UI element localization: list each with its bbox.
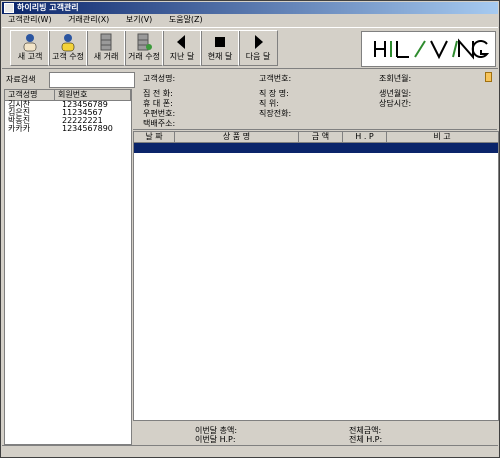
customer-id-label: 고객번호: xyxy=(259,74,292,83)
customer-list[interactable]: 고객성명 회원번호 김시찬 123456789 김은진 11234567 박동진 22… xyxy=(4,89,132,445)
new-customer-label: 새 고객 xyxy=(17,52,43,61)
new-transaction-label: 새 거래 xyxy=(93,52,119,61)
query-month-label: 조회년월: xyxy=(379,74,412,83)
list-item[interactable]: 카카카 1234567890 xyxy=(5,125,131,133)
toolbar: 새 고객 고객 수정 새 거래 거래 수정 지난 달 현재 달 다음 달 xyxy=(2,27,498,69)
next-month-button[interactable]: 다음 달 xyxy=(238,30,278,66)
col-hp[interactable]: H . P xyxy=(343,132,387,142)
month-hp-label: 이번달 H.P: xyxy=(195,435,236,444)
hiliving-logo xyxy=(361,31,496,67)
search-label: 자료검색 xyxy=(6,75,36,84)
delivery-address-label: 택배주소: xyxy=(143,119,176,128)
person-edit-icon xyxy=(58,32,78,52)
menu-customer[interactable]: 고객관리(W) xyxy=(8,15,52,24)
next-month-label: 다음 달 xyxy=(245,52,271,61)
cabinet-edit-icon xyxy=(134,32,154,52)
title-bar: 하이리빙 고객관리 xyxy=(2,2,498,14)
current-month-button[interactable]: 현재 달 xyxy=(200,30,240,66)
menu-bar: 고객관리(W) 거래관리(X) 보기(V) 도움말(Z) xyxy=(2,14,498,26)
status-bar xyxy=(2,445,498,457)
hiliving-logo-mark xyxy=(373,38,489,60)
new-transaction-button[interactable]: 새 거래 xyxy=(86,30,126,66)
transaction-grid[interactable]: 날 짜 상 품 명 금 액 H . P 비 고 xyxy=(133,131,499,421)
member-number: 1234567890 xyxy=(62,124,113,133)
menu-view[interactable]: 보기(V) xyxy=(126,15,152,24)
customer-info: 고객성명: 고객번호: 조회년월: 집 전 화: 직 장 명: 생년월일: 휴 … xyxy=(133,69,497,130)
col-note[interactable]: 비 고 xyxy=(387,132,497,142)
edit-customer-button[interactable]: 고객 수정 xyxy=(48,30,88,66)
customer-name: 카카카 xyxy=(8,124,31,133)
col-amount[interactable]: 금 액 xyxy=(299,132,343,142)
previous-month-label: 지난 달 xyxy=(169,52,195,61)
edit-transaction-button[interactable]: 거래 수정 xyxy=(124,30,164,66)
consult-time-label: 상담시간: xyxy=(379,99,412,108)
new-customer-button[interactable]: 새 고객 xyxy=(10,30,50,66)
header-customer-name[interactable]: 고객성명 xyxy=(5,90,55,100)
work-phone-label: 직장전화: xyxy=(259,109,292,118)
previous-month-button[interactable]: 지난 달 xyxy=(162,30,202,66)
header-member-number[interactable]: 회원번호 xyxy=(55,90,131,100)
customer-name-label: 고객성명: xyxy=(143,74,176,83)
summary-bar: 이번달 총액: 이번달 H.P: 전체금액: 전체 H.P: xyxy=(133,423,497,444)
col-date[interactable]: 날 짜 xyxy=(134,132,175,142)
search-input[interactable] xyxy=(49,72,135,88)
menu-help[interactable]: 도움말(Z) xyxy=(169,15,203,24)
stop-square-icon xyxy=(210,32,230,52)
edit-customer-label: 고객 수정 xyxy=(52,52,84,61)
current-month-label: 현재 달 xyxy=(207,52,233,61)
all-hp-label: 전체 H.P: xyxy=(349,435,383,444)
col-product[interactable]: 상 품 명 xyxy=(175,132,299,142)
cabinet-icon xyxy=(96,32,116,52)
selected-row[interactable] xyxy=(134,143,498,153)
app-icon xyxy=(4,3,14,13)
transaction-grid-header: 날 짜 상 품 명 금 액 H . P 비 고 xyxy=(134,132,498,143)
person-icon xyxy=(20,32,40,52)
window-title: 하이리빙 고객관리 xyxy=(17,3,79,12)
menu-transaction[interactable]: 거래관리(X) xyxy=(68,15,109,24)
arrow-left-icon xyxy=(172,32,192,52)
detail-panel: 고객성명: 고객번호: 조회년월: 집 전 화: 직 장 명: 생년월일: 휴 … xyxy=(133,69,499,444)
edit-transaction-label: 거래 수정 xyxy=(128,52,160,61)
status-indicator xyxy=(485,72,492,82)
customer-panel: 자료검색 고객성명 회원번호 김시찬 123456789 김은진 11234567 … xyxy=(2,71,135,445)
app-window: 하이리빙 고객관리 고객관리(W) 거래관리(X) 보기(V) 도움말(Z) 새… xyxy=(0,0,500,458)
arrow-right-icon xyxy=(248,32,268,52)
